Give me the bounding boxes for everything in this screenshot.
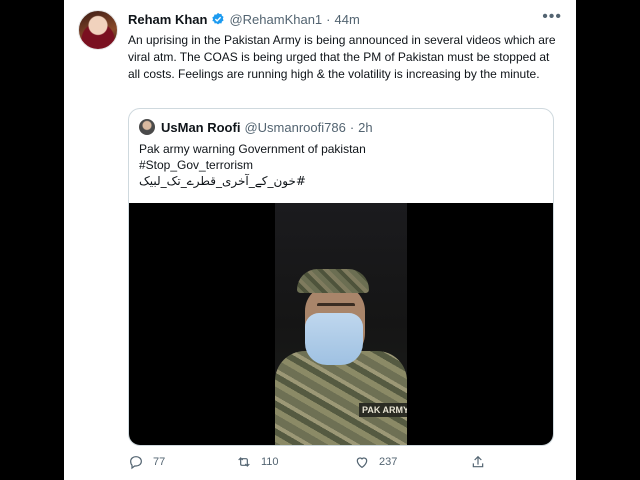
- eyes: [317, 303, 355, 307]
- display-name[interactable]: Reham Khan: [128, 12, 207, 27]
- quoted-timestamp: 2h: [358, 119, 373, 135]
- cap: [297, 269, 369, 293]
- quoted-hashtag[interactable]: #Stop_Gov_terrorism: [139, 157, 366, 173]
- tweet-card: Reham Khan @RehamKhan1 · 44m ••• An upri…: [64, 0, 576, 480]
- action-bar: 77 110 237: [128, 452, 488, 472]
- share-button[interactable]: [470, 454, 495, 470]
- tweet-text: An uprising in the Pakistan Army is bein…: [128, 33, 556, 81]
- face-mask: [305, 313, 363, 365]
- share-icon: [472, 455, 484, 468]
- quoted-urdu-hashtag[interactable]: #خون_کے_آخری_قطرے_تک_لبیک: [139, 173, 366, 189]
- heart-icon: [356, 457, 368, 469]
- quoted-avatar: [139, 119, 155, 135]
- reply-count: 77: [153, 456, 166, 468]
- like-count: 237: [379, 456, 398, 468]
- video-frame: PAK ARMY: [275, 203, 407, 445]
- quoted-line-1: Pak army warning Government of pakistan: [139, 142, 366, 156]
- quoted-separator: ·: [349, 119, 355, 135]
- like-button[interactable]: 237: [354, 454, 397, 470]
- retweet-icon: [238, 457, 250, 467]
- reply-icon: [130, 456, 142, 470]
- separator: ·: [326, 11, 331, 27]
- name-tag: PAK ARMY: [359, 403, 407, 417]
- retweet-button[interactable]: 110: [236, 454, 279, 470]
- verified-badge-icon: [212, 12, 225, 25]
- more-horizontal-icon[interactable]: •••: [542, 8, 562, 26]
- quoted-handle: @Usmanroofi786: [244, 119, 346, 135]
- quoted-text: Pak army warning Government of pakistan …: [139, 141, 366, 189]
- uniform: [275, 351, 407, 445]
- video-player[interactable]: PAK ARMY: [129, 203, 553, 445]
- quoted-tweet-header: UsMan Roofi @Usmanroofi786 · 2h: [139, 119, 373, 135]
- quoted-tweet[interactable]: UsMan Roofi @Usmanroofi786 · 2h Pak army…: [128, 108, 554, 446]
- tweet-header: Reham Khan @RehamKhan1 · 44m •••: [128, 8, 562, 28]
- reply-button[interactable]: 77: [128, 454, 165, 470]
- timestamp[interactable]: 44m: [335, 12, 360, 27]
- handle[interactable]: @RehamKhan1: [229, 12, 322, 27]
- quoted-display-name: UsMan Roofi: [161, 119, 241, 135]
- avatar[interactable]: [78, 10, 118, 50]
- retweet-count: 110: [261, 456, 279, 468]
